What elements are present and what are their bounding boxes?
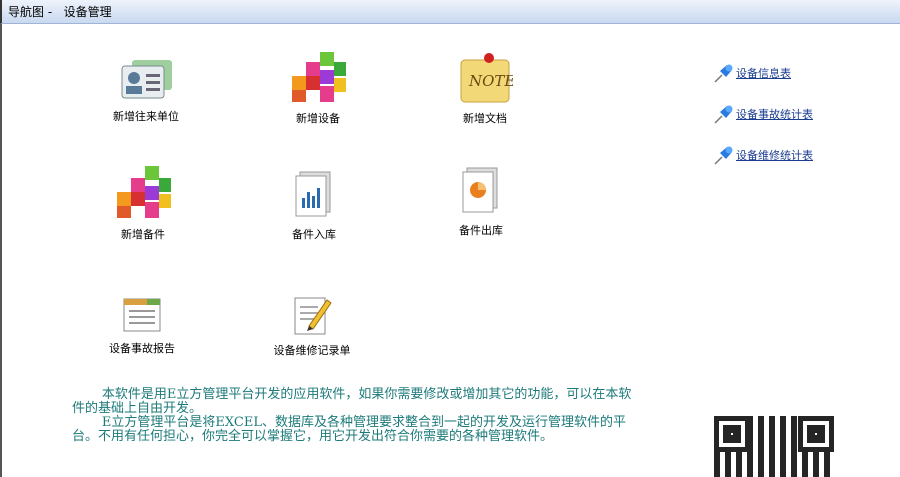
note-icon: NOTE <box>460 53 513 103</box>
nav-label: 导航图 - <box>8 5 53 19</box>
chart-document-icon <box>295 171 331 217</box>
pushpin-icon <box>714 146 733 165</box>
pie-document-icon <box>462 167 498 213</box>
window-report-icon <box>123 298 161 332</box>
tile-spare-outbound[interactable]: 备件出库 <box>421 166 541 238</box>
tile-new-contact[interactable]: 新增往来单位 <box>86 56 206 124</box>
tile-label: 新增文档 <box>463 112 507 125</box>
link-label: 设备事故统计表 <box>736 108 813 121</box>
tile-new-document[interactable]: NOTE 新增文档 <box>425 52 545 126</box>
link-device-info[interactable]: 设备信息表 <box>712 62 791 84</box>
intro-text: 本软件是用E立方管理平台开发的应用软件，如果你需要修改或增加其它的功能，可以在本… <box>72 388 632 444</box>
tile-label: 备件出库 <box>459 224 503 237</box>
link-label: 设备维修统计表 <box>736 149 813 162</box>
tile-label: 设备维修记录单 <box>273 344 351 357</box>
pushpin-icon <box>714 105 733 124</box>
tile-label: 新增备件 <box>121 228 165 241</box>
contact-card-icon <box>121 60 172 99</box>
tile-accident-report[interactable]: 设备事故报告 <box>82 296 202 356</box>
qr-code <box>714 416 834 477</box>
tile-label: 设备事故报告 <box>109 342 175 355</box>
frame-border <box>0 24 2 477</box>
tile-repair-record[interactable]: 设备维修记录单 <box>252 294 372 358</box>
page-title: 设备管理 <box>63 5 112 19</box>
pencil-document-icon <box>294 297 332 335</box>
svg-text:NOTE: NOTE <box>468 72 513 90</box>
pushpin-icon <box>714 64 733 83</box>
intro-paragraph-2: E立方管理平台是将EXCEL、数据库及各种管理要求整合到一起的开发及运行管理软件… <box>72 415 626 444</box>
tile-spare-inbound[interactable]: 备件入库 <box>254 170 374 242</box>
link-repair-stats[interactable]: 设备维修统计表 <box>712 144 813 166</box>
colored-cubes-icon <box>117 166 171 218</box>
tile-new-device[interactable]: 新增设备 <box>258 50 378 126</box>
tile-new-spare-part[interactable]: 新增备件 <box>83 164 203 242</box>
link-label: 设备信息表 <box>736 67 791 80</box>
tile-label: 备件入库 <box>292 228 336 241</box>
colored-cubes-icon <box>292 52 346 102</box>
title-bar: 导航图 - 设备管理 <box>0 0 900 24</box>
link-accident-stats[interactable]: 设备事故统计表 <box>712 103 813 125</box>
intro-paragraph-1: 本软件是用E立方管理平台开发的应用软件，如果你需要修改或增加其它的功能，可以在本… <box>72 387 632 416</box>
tile-label: 新增往来单位 <box>113 110 179 123</box>
tile-label: 新增设备 <box>296 112 340 125</box>
